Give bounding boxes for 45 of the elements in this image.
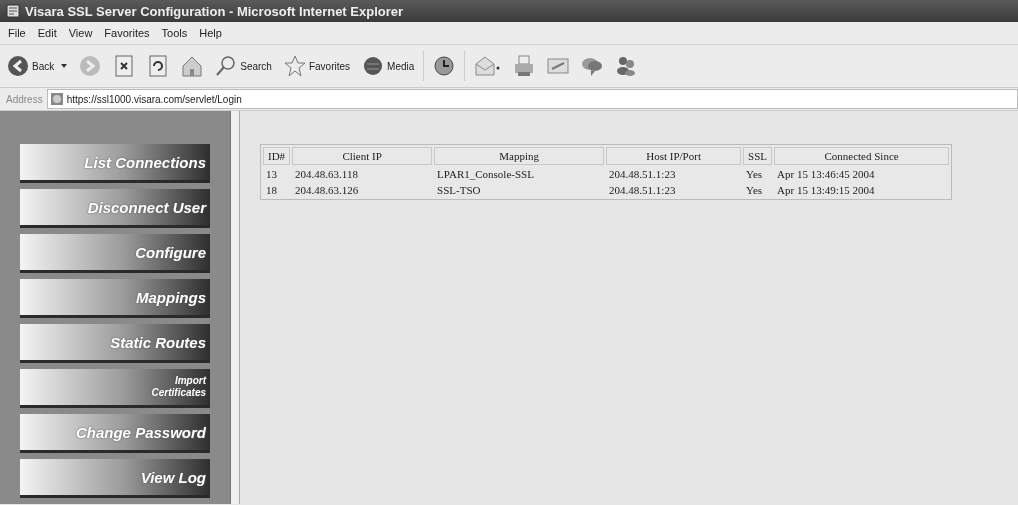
table-cell-text: Yes bbox=[745, 183, 764, 197]
column-header: Mapping bbox=[434, 147, 605, 165]
column-header: Client IP bbox=[292, 147, 433, 165]
menu-item[interactable]: Favorites bbox=[104, 27, 150, 39]
table-cell-text: 204.48.51.1:23 bbox=[608, 183, 677, 197]
search-icon bbox=[215, 55, 238, 77]
table-cell-text: 204.48.63.118 bbox=[294, 167, 359, 181]
nav-button[interactable]: Disconnect User bbox=[20, 189, 210, 228]
menu-item[interactable]: Tools bbox=[161, 27, 188, 39]
table-cell-text: Apr 15 13:46:45 2004 bbox=[776, 167, 876, 181]
table-cell-text: 18 bbox=[265, 183, 278, 197]
address-label: Address bbox=[6, 93, 43, 105]
menu-item[interactable]: View bbox=[68, 27, 93, 39]
column-header: Connected Since bbox=[774, 147, 950, 165]
nav-button[interactable]: Import Certificates bbox=[20, 369, 210, 408]
column-header: ID# bbox=[263, 147, 291, 165]
column-header: Host IP/Port bbox=[606, 147, 742, 165]
back-button[interactable]: Back bbox=[4, 53, 71, 79]
table-cell-text: 204.48.63.126 bbox=[294, 183, 360, 197]
nav-button[interactable]: Change Password bbox=[20, 414, 210, 453]
search-button[interactable]: Search bbox=[212, 53, 275, 79]
media-button[interactable]: Media bbox=[359, 53, 418, 79]
media-icon bbox=[362, 55, 385, 77]
nav-button[interactable]: Configure bbox=[20, 234, 210, 273]
menu-item[interactable]: File bbox=[8, 27, 26, 39]
table-cell-text: LPAR1_Console-SSL bbox=[436, 167, 535, 181]
column-header: SSL bbox=[743, 147, 773, 165]
table-cell-text: Apr 15 13:49:15 2004 bbox=[776, 183, 876, 197]
page-icon bbox=[49, 92, 64, 106]
table-cell-text: Yes bbox=[745, 167, 764, 181]
back-icon bbox=[7, 55, 29, 77]
table-cell-text: 13 bbox=[265, 167, 278, 181]
nav-button[interactable]: Mappings bbox=[20, 279, 210, 318]
favorites-icon bbox=[283, 55, 306, 77]
favorites-button[interactable]: Favorites bbox=[280, 53, 354, 79]
address-field[interactable]: https://ssl1000.visara.com/servlet/Login bbox=[46, 89, 1018, 109]
table-cell-text: SSL-TSO bbox=[436, 183, 482, 197]
nav-button[interactable]: List Connections bbox=[20, 144, 210, 183]
nav-button[interactable]: View Log bbox=[20, 459, 210, 498]
menu-item[interactable]: Edit bbox=[37, 27, 57, 39]
menu-item[interactable]: Help bbox=[199, 27, 222, 39]
page-icon bbox=[6, 4, 20, 18]
nav-button[interactable]: Static Routes bbox=[20, 324, 210, 363]
window-title: Visara SSL Server Configuration - Microsoft Internet Explorer bbox=[25, 3, 404, 19]
table-cell-text: 204.48.51.1:23 bbox=[608, 167, 677, 181]
